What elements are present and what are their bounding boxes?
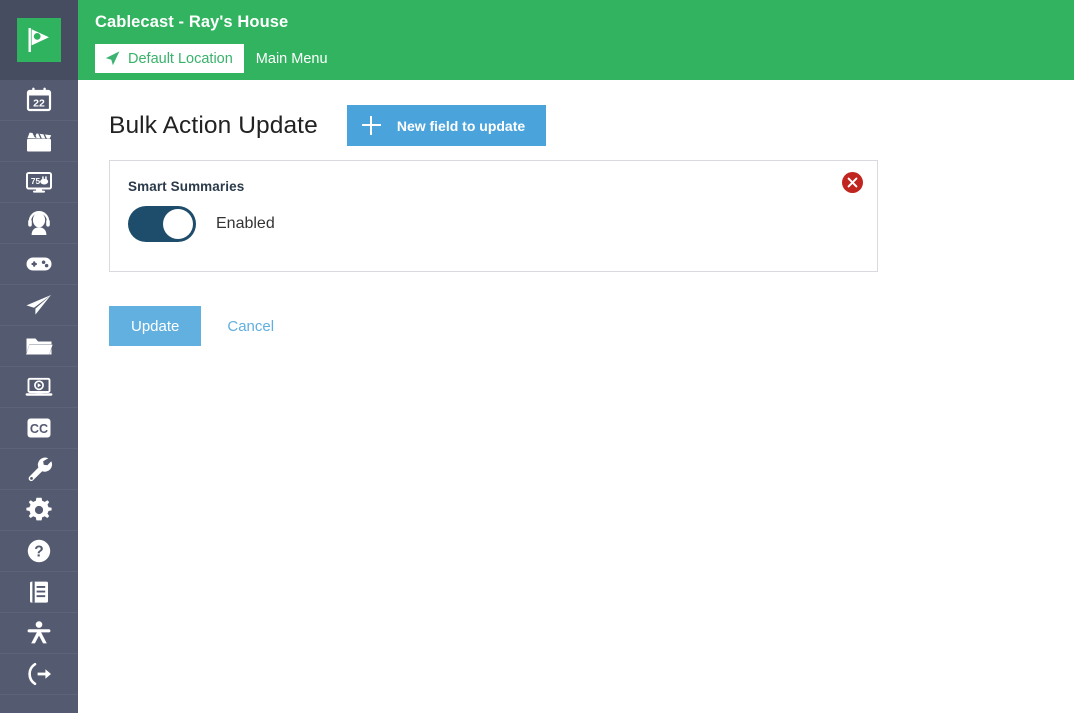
smart-summaries-toggle[interactable]	[128, 206, 196, 242]
logout-arrow-icon	[28, 662, 51, 686]
sidebar-item-help[interactable]: ?	[0, 531, 78, 572]
laptop-play-icon	[25, 377, 53, 396]
location-arrow-icon	[105, 51, 120, 66]
svg-text:22: 22	[33, 97, 45, 109]
gamepad-icon	[26, 257, 52, 271]
app-logo[interactable]	[0, 0, 78, 80]
tv-75-icon: 75	[26, 172, 52, 193]
field-toggle-row: Enabled	[128, 206, 275, 242]
clapperboard-icon	[27, 132, 52, 152]
page-title: Bulk Action Update	[109, 111, 318, 139]
main-content: Bulk Action Update New field to update S…	[78, 80, 1074, 713]
remove-field-button[interactable]	[842, 172, 863, 193]
sidebar-item-logout[interactable]	[0, 654, 78, 695]
sidebar-item-automation[interactable]	[0, 244, 78, 285]
person-figure-icon	[27, 621, 51, 644]
sidebar-item-media[interactable]	[0, 326, 78, 367]
sidebar-item-captioning[interactable]: CC	[0, 408, 78, 449]
sidebar-item-settings[interactable]	[0, 490, 78, 531]
folder-icon	[25, 338, 53, 355]
sidebar-item-digital-files[interactable]	[0, 367, 78, 408]
top-header: Cablecast - Ray's House Default Location…	[78, 0, 1074, 80]
new-field-to-update-button[interactable]: New field to update	[346, 105, 547, 146]
paper-plane-icon	[26, 295, 51, 315]
plus-icon	[361, 116, 381, 135]
header-tabs: Default Location Main Menu	[95, 44, 340, 73]
toggle-knob	[163, 209, 193, 239]
close-x-icon	[847, 177, 858, 188]
wrench-icon	[28, 457, 53, 482]
svg-text:CC: CC	[30, 422, 48, 436]
page-title-header: Cablecast - Ray's House	[95, 13, 289, 31]
app-root: 22 75 CC ? Cablecast - Ray's House Defau…	[0, 0, 1074, 713]
cablecast-flag-play-logo-icon	[28, 28, 49, 52]
cc-icon: CC	[27, 418, 51, 438]
question-circle-icon: ?	[27, 539, 51, 563]
sidebar-item-accessibility[interactable]	[0, 613, 78, 654]
sidebar-item-tools[interactable]	[0, 449, 78, 490]
location-tab-label: Default Location	[128, 50, 233, 67]
sidebar-item-reports[interactable]	[0, 572, 78, 613]
page-head: Bulk Action Update New field to update	[109, 105, 547, 146]
sidebar-item-live-production[interactable]	[0, 203, 78, 244]
book-icon	[30, 581, 48, 603]
location-tab[interactable]: Default Location	[95, 44, 244, 73]
svg-text:?: ?	[34, 543, 43, 560]
sidebar-item-publishing[interactable]	[0, 285, 78, 326]
sidebar-item-shows[interactable]	[0, 121, 78, 162]
field-card-label: Smart Summaries	[128, 179, 245, 194]
calendar-22-icon: 22	[26, 87, 52, 112]
sidebar-item-schedule[interactable]: 22	[0, 80, 78, 121]
main-menu-tab[interactable]: Main Menu	[244, 44, 340, 73]
cancel-link[interactable]: Cancel	[223, 318, 278, 335]
toggle-state-label: Enabled	[216, 215, 275, 232]
logo-square	[17, 18, 61, 62]
new-field-button-label: New field to update	[396, 117, 526, 134]
field-card: Smart Summaries Enabled	[109, 160, 878, 272]
headset-person-icon	[28, 211, 50, 235]
gear-icon	[26, 497, 52, 521]
form-actions: Update Cancel	[109, 306, 278, 346]
main-menu-label: Main Menu	[255, 50, 328, 67]
update-button[interactable]: Update	[109, 306, 202, 346]
svg-text:75: 75	[31, 176, 41, 186]
sidebar: 22 75 CC ?	[0, 0, 78, 713]
sidebar-item-channels[interactable]: 75	[0, 162, 78, 203]
